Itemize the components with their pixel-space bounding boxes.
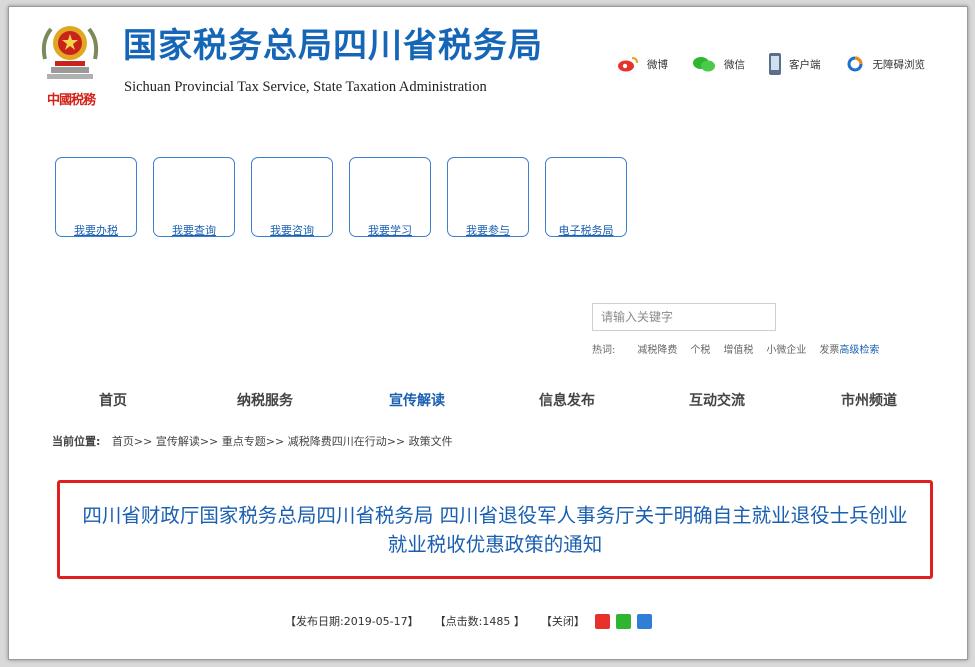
weibo-link[interactable]: 微博: [617, 56, 668, 72]
breadcrumb-label: 当前位置:: [52, 435, 101, 448]
service-query[interactable]: 我要查询: [153, 157, 235, 237]
nav-home[interactable]: 首页: [99, 390, 127, 410]
service-entries: 我要办税 我要查询 我要咨询 我要学习 我要参与 电子税务局: [55, 157, 643, 237]
weibo-icon: [617, 56, 639, 72]
share-wechat-icon[interactable]: [615, 613, 631, 629]
tax-emblem-icon: [41, 26, 99, 79]
top-links: 微博 微信 客户端 无障碍浏览: [617, 53, 949, 75]
hot-word-link[interactable]: 减税降费: [637, 341, 677, 356]
wechat-icon: [692, 56, 716, 72]
service-label: 我要学习: [368, 224, 412, 237]
mobile-icon: [769, 53, 781, 75]
hot-words: 热词: 减税降费 个税 增值税 小微企业 发票 高级检索: [592, 341, 892, 356]
nav-city-channels[interactable]: 市州频道: [841, 390, 897, 410]
search-input[interactable]: [592, 303, 776, 331]
breadcrumb-item[interactable]: 首页: [112, 435, 134, 448]
site-subtitle: Sichuan Provincial Tax Service, State Ta…: [124, 79, 487, 95]
nav-publicity[interactable]: 宣传解读: [389, 390, 445, 410]
seal-text: 中國税務: [47, 93, 96, 108]
service-participate[interactable]: 我要参与: [447, 157, 529, 237]
accessibility-label: 无障碍浏览: [872, 58, 926, 71]
article-title: 四川省财政厅国家税务总局四川省税务局 四川省退役军人事务厅关于明确自主就业退役士…: [82, 503, 908, 556]
click-count: 【点击数:1485 】: [434, 615, 525, 628]
share-weibo-icon[interactable]: [594, 613, 610, 629]
hot-word-link[interactable]: 增值税: [723, 341, 753, 356]
advanced-search-link[interactable]: 高级检索: [839, 341, 879, 356]
accessibility-link[interactable]: 无障碍浏览: [845, 56, 926, 72]
breadcrumb-item[interactable]: 宣传解读: [156, 435, 200, 448]
wechat-link[interactable]: 微信: [692, 56, 745, 72]
nav-interaction[interactable]: 互动交流: [689, 390, 745, 410]
service-label: 我要办税: [74, 224, 118, 237]
breadcrumb-item[interactable]: 减税降费四川在行动: [288, 435, 387, 448]
browser-page: 中國税務 国家税务总局四川省税务局 Sichuan Provincial Tax…: [8, 6, 968, 660]
hot-word-link[interactable]: 发票: [819, 341, 839, 356]
service-learn[interactable]: 我要学习: [349, 157, 431, 237]
service-label: 我要查询: [172, 224, 216, 237]
service-label: 我要咨询: [270, 224, 314, 237]
breadcrumb-item[interactable]: 政策文件: [409, 435, 453, 448]
service-label: 我要参与: [466, 224, 510, 237]
publish-date: 【发布日期:2019-05-17】: [285, 615, 419, 628]
service-e-tax-bureau[interactable]: 电子税务局: [545, 157, 627, 237]
nav-tax-services[interactable]: 纳税服务: [237, 390, 293, 410]
breadcrumb: 当前位置: 首页>> 宣传解读>> 重点专题>> 减税降费四川在行动>> 政策文…: [52, 435, 453, 448]
wechat-label: 微信: [724, 58, 745, 71]
close-link[interactable]: 【关闭】: [541, 613, 585, 629]
breadcrumb-item[interactable]: 重点专题: [222, 435, 266, 448]
service-consult[interactable]: 我要咨询: [251, 157, 333, 237]
hot-word-link[interactable]: 小微企业: [766, 341, 806, 356]
mobile-client-link[interactable]: 客户端: [769, 53, 821, 75]
service-label: 电子税务局: [558, 224, 614, 237]
mobile-client-label: 客户端: [789, 58, 821, 71]
accessibility-icon: [845, 56, 865, 72]
nav-info-release[interactable]: 信息发布: [539, 390, 595, 410]
hot-word-link[interactable]: 个税: [690, 341, 710, 356]
service-tax-filing[interactable]: 我要办税: [55, 157, 137, 237]
article-meta: 【发布日期:2019-05-17】 【点击数:1485 】 【关闭】: [285, 613, 658, 629]
weibo-label: 微博: [647, 58, 668, 71]
hot-words-label: 热词:: [592, 345, 616, 356]
site-title: 国家税务总局四川省税务局: [123, 26, 543, 66]
share-qzone-icon[interactable]: [636, 613, 652, 629]
article-title-highlight: 四川省财政厅国家税务总局四川省税务局 四川省退役军人事务厅关于明确自主就业退役士…: [57, 480, 933, 579]
